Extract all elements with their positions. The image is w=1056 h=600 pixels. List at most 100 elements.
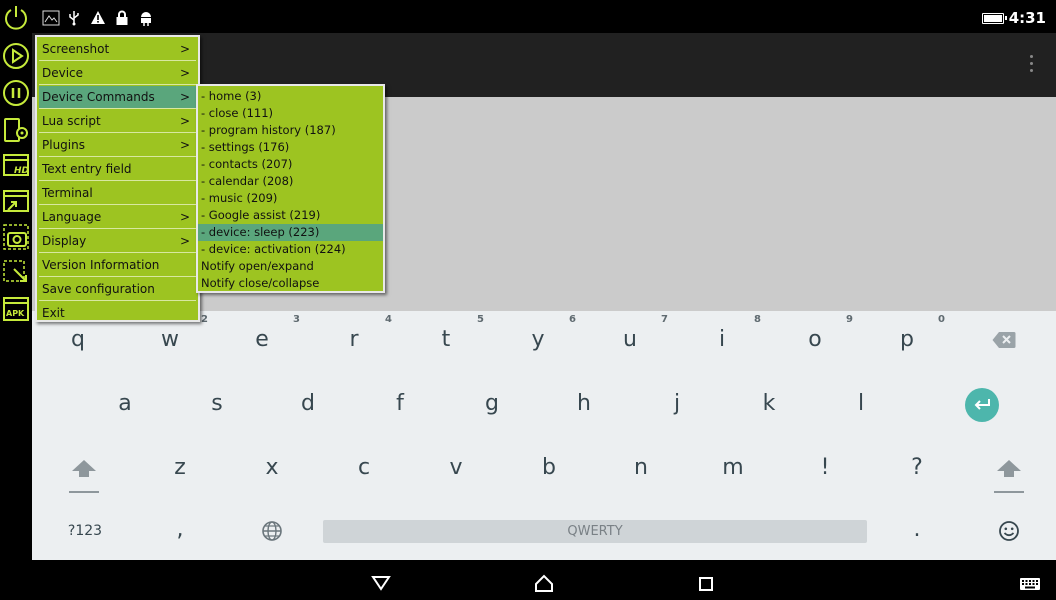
key-h[interactable]: h <box>564 391 604 416</box>
submenu-item-google-assist[interactable]: - Google assist (219) <box>198 207 383 224</box>
key-s[interactable]: s <box>197 391 237 416</box>
space-bar[interactable]: QWERTY <box>323 520 867 543</box>
menu-item-display[interactable]: Display > <box>39 230 196 253</box>
key-l[interactable]: l <box>841 391 881 416</box>
key-j[interactable]: j <box>657 391 697 416</box>
submenu-item-contacts[interactable]: - contacts (207) <box>198 156 383 173</box>
menu-item-text-entry-field[interactable]: Text entry field <box>39 158 196 181</box>
submenu-item-notify-close[interactable]: Notify close/collapse <box>198 275 383 292</box>
enter-icon <box>974 399 990 410</box>
menu-item-device-commands[interactable]: Device Commands > <box>39 86 196 109</box>
menu-item-device[interactable]: Device > <box>39 62 196 85</box>
android-debug-icon <box>139 10 153 26</box>
submenu-item-program-history[interactable]: - program history (187) <box>198 122 383 139</box>
resize-window-icon[interactable] <box>1 187 31 217</box>
key-hint: 9 <box>846 314 853 325</box>
menu-item-exit[interactable]: Exit <box>39 302 196 325</box>
key-period[interactable]: . <box>897 517 937 542</box>
key-u[interactable]: u <box>610 327 650 352</box>
emoji-icon[interactable] <box>998 520 1020 542</box>
key-g[interactable]: g <box>472 391 512 416</box>
key-d[interactable]: d <box>288 391 328 416</box>
menu-item-save-configuration[interactable]: Save configuration <box>39 278 196 301</box>
submenu-item-settings[interactable]: - settings (176) <box>198 139 383 156</box>
submenu-item-device-activation[interactable]: - device: activation (224) <box>198 241 383 258</box>
svg-text:HD: HD <box>14 166 30 176</box>
backspace-icon[interactable] <box>992 331 1016 349</box>
overflow-menu-icon[interactable] <box>1028 55 1034 75</box>
globe-icon[interactable] <box>261 520 283 542</box>
key-question[interactable]: ? <box>897 455 937 480</box>
submenu-arrow-icon: > <box>179 66 190 80</box>
key-hint: 6 <box>569 314 576 325</box>
key-w[interactable]: w <box>150 327 190 352</box>
shift-right-icon[interactable] <box>994 458 1024 494</box>
device-commands-submenu: - home (3) - close (111) - program histo… <box>196 84 385 293</box>
play-icon[interactable] <box>1 41 31 71</box>
submenu-item-calendar[interactable]: - calendar (208) <box>198 173 383 190</box>
key-f[interactable]: f <box>380 391 420 416</box>
lock-icon <box>115 10 129 26</box>
enter-button[interactable] <box>965 388 999 422</box>
menu-item-label: Plugins <box>42 138 85 152</box>
key-c[interactable]: c <box>344 455 384 480</box>
home-icon[interactable] <box>534 573 554 597</box>
keyboard-icon[interactable] <box>1019 576 1041 595</box>
menu-item-screenshot[interactable]: Screenshot > <box>39 38 196 61</box>
menu-item-label: Exit <box>42 306 65 320</box>
key-exclamation[interactable]: ! <box>805 455 845 480</box>
submenu-item-music[interactable]: - music (209) <box>198 190 383 207</box>
apk-install-icon[interactable]: APK <box>1 294 31 324</box>
key-y[interactable]: y <box>518 327 558 352</box>
menu-item-lua-script[interactable]: Lua script > <box>39 110 196 133</box>
status-bar: 4:31 <box>32 0 1056 33</box>
key-q[interactable]: q <box>58 327 98 352</box>
menu-item-terminal[interactable]: Terminal <box>39 182 196 205</box>
symbols-key[interactable]: ?123 <box>60 523 110 539</box>
submenu-item-home[interactable]: - home (3) <box>198 88 383 105</box>
menu-item-label: Terminal <box>42 186 93 200</box>
recent-apps-icon[interactable] <box>698 576 714 596</box>
pause-icon[interactable] <box>1 78 31 108</box>
key-e[interactable]: e <box>242 327 282 352</box>
key-i[interactable]: i <box>702 327 742 352</box>
key-p[interactable]: p <box>887 327 927 352</box>
key-x[interactable]: x <box>252 455 292 480</box>
key-o[interactable]: o <box>795 327 835 352</box>
key-comma[interactable]: , <box>160 517 200 542</box>
key-b[interactable]: b <box>529 455 569 480</box>
menu-item-label: Device <box>42 66 84 80</box>
back-icon[interactable] <box>371 575 391 595</box>
navigation-bar <box>32 560 1056 600</box>
key-t[interactable]: t <box>426 327 466 352</box>
key-n[interactable]: n <box>621 455 661 480</box>
key-hint: 3 <box>293 314 300 325</box>
camera-screenshot-icon[interactable] <box>1 222 31 252</box>
submenu-item-close[interactable]: - close (111) <box>198 105 383 122</box>
power-icon[interactable] <box>1 3 31 33</box>
key-hint: 4 <box>385 314 392 325</box>
submenu-item-device-sleep[interactable]: - device: sleep (223) <box>198 224 383 241</box>
submenu-arrow-icon: > <box>179 90 190 104</box>
key-z[interactable]: z <box>160 455 200 480</box>
side-toolbar: HD APK <box>0 0 32 600</box>
key-a[interactable]: a <box>105 391 145 416</box>
menu-item-label: Save configuration <box>42 282 155 296</box>
menu-item-version-information[interactable]: Version Information <box>39 254 196 277</box>
menu-item-plugins[interactable]: Plugins > <box>39 134 196 157</box>
hd-window-icon[interactable]: HD <box>1 151 31 181</box>
key-v[interactable]: v <box>436 455 476 480</box>
region-select-icon[interactable] <box>1 258 31 288</box>
svg-text:APK: APK <box>6 309 25 318</box>
shift-left-icon[interactable] <box>69 458 99 494</box>
key-r[interactable]: r <box>334 327 374 352</box>
gallery-notification-icon <box>42 10 60 26</box>
key-k[interactable]: k <box>749 391 789 416</box>
submenu-item-notify-open[interactable]: Notify open/expand <box>198 258 383 275</box>
key-m[interactable]: m <box>713 455 753 480</box>
menu-item-language[interactable]: Language > <box>39 206 196 229</box>
menu-item-label: Language <box>42 210 102 224</box>
clock: 4:31 <box>1008 9 1046 27</box>
soft-keyboard: 2 3 4 5 6 7 8 9 0 q w e r t y u i o p a … <box>32 311 1056 560</box>
device-settings-icon[interactable] <box>1 115 31 145</box>
